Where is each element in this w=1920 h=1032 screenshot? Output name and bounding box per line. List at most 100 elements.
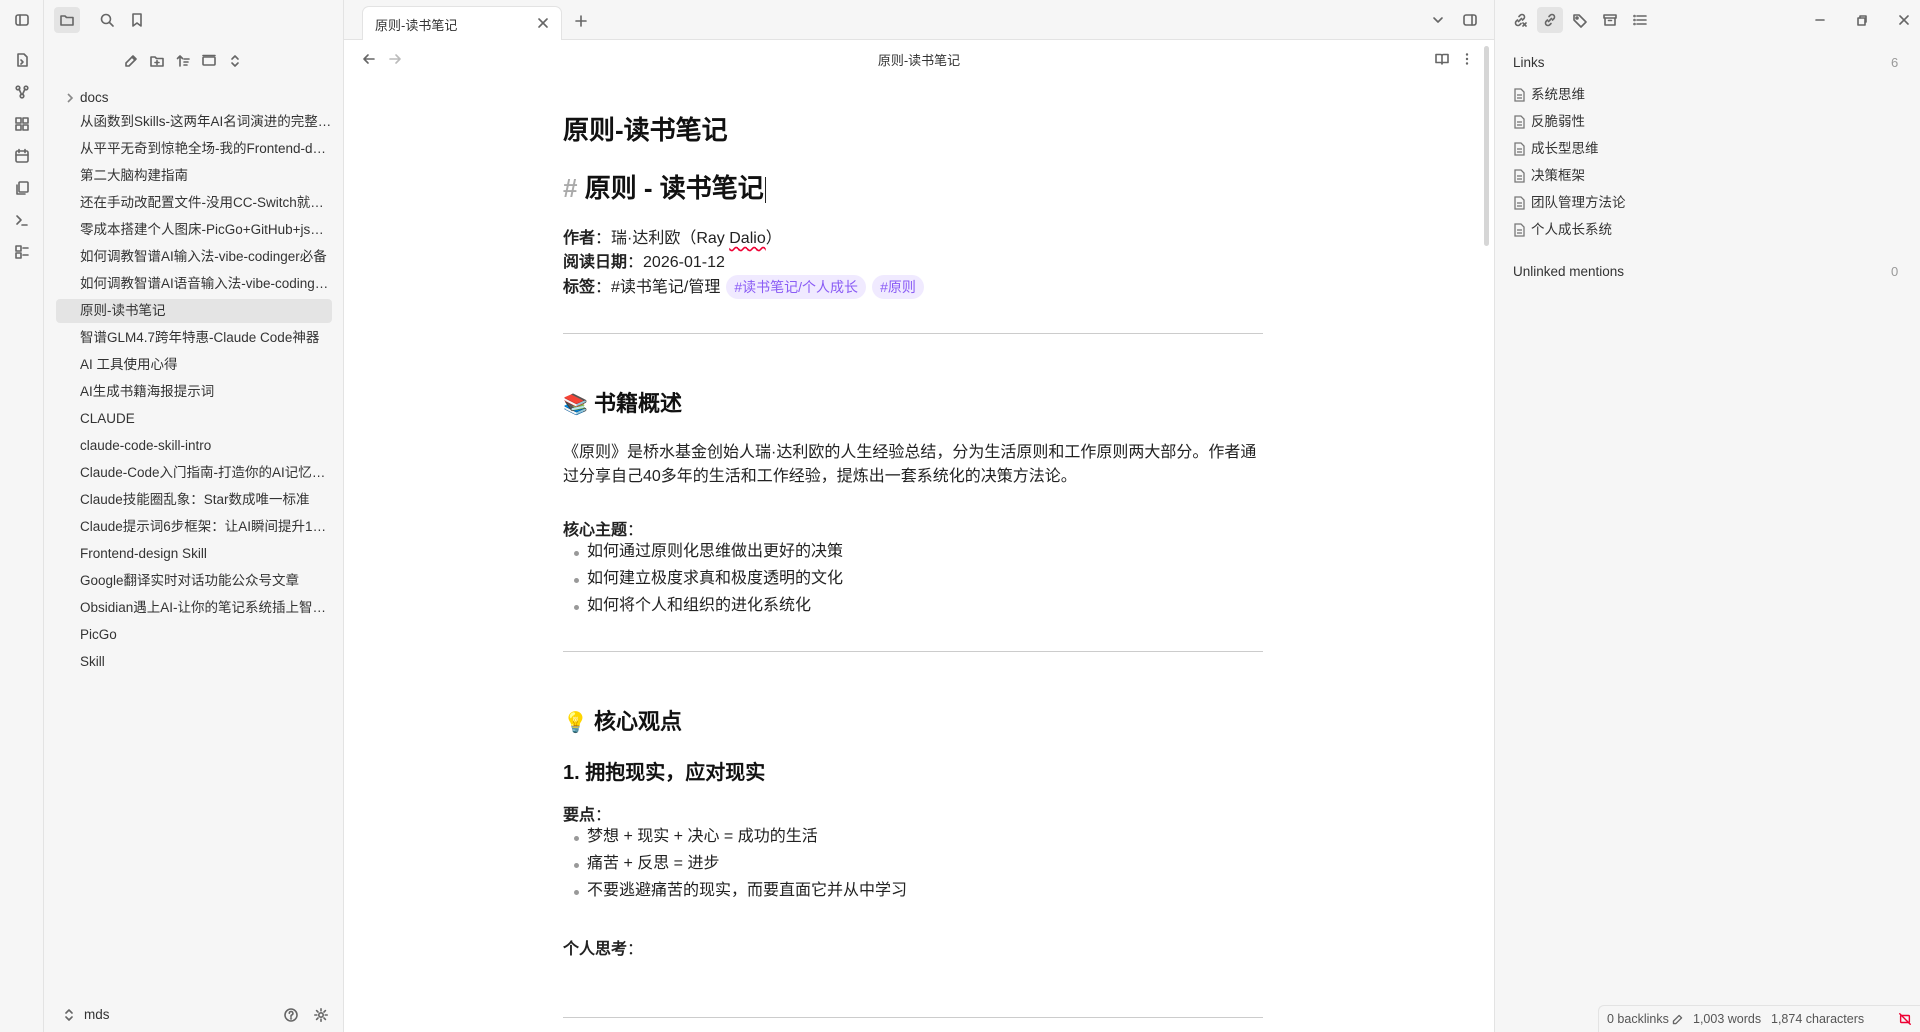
author-line: 作者：瑞·达利欧（Ray Dalio） <box>563 230 782 247</box>
text-cursor <box>764 177 766 204</box>
folder-docs[interactable]: docs <box>56 86 332 110</box>
tag-principles[interactable]: #原则 <box>872 275 924 299</box>
file-tree-item[interactable]: 还在手动改配置文件-没用CC-Switch就太亏了 <box>56 191 332 215</box>
file-tree-item[interactable]: Claude技能圈乱象：Star数成唯一标准 <box>56 488 332 512</box>
expand-collapse-all-icon[interactable] <box>222 48 248 74</box>
tab-active-note[interactable]: 原则-读书笔记 <box>362 6 562 40</box>
sort-icon[interactable] <box>170 48 196 74</box>
minimize-window-icon[interactable] <box>1807 7 1833 33</box>
file-tree-item[interactable]: PicGo <box>56 623 332 647</box>
file-tree-item[interactable]: CLAUDE <box>56 407 332 431</box>
file-tree-item[interactable]: Frontend-design Skill <box>56 542 332 566</box>
command-palette-icon[interactable] <box>9 239 35 265</box>
word-count: 1,003 words <box>1693 1012 1762 1026</box>
divider <box>563 1017 1263 1018</box>
outgoing-link-item[interactable]: 系统思维 <box>1513 84 1585 106</box>
right-sidebar: Links 6 系统思维反脆弱性成长型思维决策框架团队管理方法论 个人成长系统 U… <box>1494 0 1920 1032</box>
settings-gear-icon[interactable] <box>308 1002 334 1028</box>
file-tree-item[interactable]: 原则-读书笔记 <box>56 299 332 323</box>
vault-switcher-icon[interactable] <box>56 1002 82 1028</box>
open-quick-switcher-icon[interactable] <box>9 47 35 73</box>
close-window-icon[interactable] <box>1891 7 1917 33</box>
divider <box>563 651 1263 652</box>
metadata-block[interactable]: 作者：瑞·达利欧（Ray Dalio） 阅读日期：2026-01-12 标签：#… <box>563 227 1263 300</box>
file-tree-item[interactable]: 如何调教智谱AI输入法-vibe-codinger必备 <box>56 245 332 269</box>
subheading-embrace-reality[interactable]: 1. 拥抱现实，应对现实 <box>563 756 1263 785</box>
backlinks-tab-icon[interactable] <box>1507 7 1533 33</box>
links-section-title[interactable]: Links <box>1513 55 1545 70</box>
file-tree-item[interactable]: Obsidian遇上AI-让你的笔记系统插上智能翅膀 <box>56 596 332 620</box>
character-count: 1,874 characters <box>1771 1012 1865 1026</box>
new-tab-icon[interactable] <box>568 8 594 34</box>
file-tree-item[interactable]: 如何调教智谱AI语音输入法-vibe-coding效率 <box>56 272 332 296</box>
restore-window-icon[interactable] <box>1849 7 1875 33</box>
file-tree-item[interactable]: claude-code-skill-intro <box>56 434 332 458</box>
outgoing-link-item[interactable]: 反脆弱性 <box>1513 111 1585 133</box>
links-count: 6 <box>1891 55 1899 70</box>
tab-title: 原则-读书笔记 <box>375 18 458 33</box>
file-tree-item[interactable]: Skill <box>56 650 332 674</box>
file-tree-item[interactable]: Claude提示词6步框架：让AI瞬间提升10倍 <box>56 515 332 539</box>
sync-disabled-icon[interactable] <box>1893 1007 1917 1031</box>
bookmark-icon[interactable] <box>124 7 150 33</box>
backlinks-count[interactable]: 0 backlinks <box>1607 1012 1669 1026</box>
personal-thoughts-label[interactable]: 个人思考： <box>563 938 1263 962</box>
list-item[interactable]: 如何将个人和组织的进化系统化 <box>563 594 811 618</box>
archive-icon[interactable] <box>1597 7 1623 33</box>
collapse-view-icon[interactable] <box>196 48 222 74</box>
list-item[interactable]: 痛苦 + 反思 = 进步 <box>563 852 719 876</box>
close-tab-icon[interactable] <box>531 11 555 35</box>
view-header-title[interactable]: 原则-读书笔记 <box>344 50 1494 69</box>
file-tree-item[interactable]: 从平平无奇到惊艳全场-我的Frontend-design <box>56 137 332 161</box>
overview-paragraph[interactable]: 《原则》是桥水基金创始人瑞·达利欧的人生经验总结，分为生活原则和工作原则两大部分… <box>563 441 1263 489</box>
toggle-sidebar-icon[interactable] <box>9 7 35 33</box>
toggle-right-sidebar-icon[interactable] <box>1457 7 1483 33</box>
file-tree-item[interactable]: Google翻译实时对话功能公众号文章 <box>56 569 332 593</box>
file-tree-item[interactable]: AI生成书籍海报提示词 <box>56 380 332 404</box>
list-item[interactable]: 如何通过原则化思维做出更好的决策 <box>563 540 843 564</box>
section-key-ideas-heading[interactable]: 💡 核心观点 <box>563 704 1263 736</box>
outgoing-link-item[interactable]: 决策框架 <box>1513 165 1585 187</box>
search-icon[interactable] <box>94 7 120 33</box>
tab-list-chevron-down-icon[interactable] <box>1425 7 1451 33</box>
outgoing-link-item[interactable]: 成长型思维 <box>1513 138 1599 160</box>
section-overview-heading[interactable]: 📚 书籍概述 <box>563 386 1263 418</box>
list-item[interactable]: 不要逃避痛苦的现实，而要直面它并从中学习 <box>563 879 907 903</box>
graph-view-icon[interactable] <box>9 79 35 105</box>
file-tree-item[interactable]: 从函数到Skills-这两年AI名词演进的完整脉络 <box>56 110 332 134</box>
file-tree-item[interactable]: AI 工具使用心得 <box>56 353 332 377</box>
inline-title[interactable]: 原则-读书笔记 <box>563 110 1263 147</box>
files-tab-icon[interactable] <box>54 7 80 33</box>
canvas-icon[interactable] <box>9 111 35 137</box>
vault-name[interactable]: mds <box>84 1007 110 1022</box>
file-tree-item[interactable]: 第二大脑构建指南 <box>56 164 332 188</box>
chevron-right-icon <box>64 92 76 104</box>
help-icon[interactable] <box>278 1002 304 1028</box>
reading-view-book-icon[interactable] <box>1429 46 1455 72</box>
outgoing-link-item[interactable]: 团队管理方法论 <box>1513 192 1626 214</box>
heading-marker: # <box>563 173 578 203</box>
outgoing-link-item[interactable]: 个人成长系统 <box>1513 219 1612 241</box>
ribbon <box>0 0 44 1032</box>
heading-h1[interactable]: # 原则 - 读书笔记 <box>563 168 1263 205</box>
editor-scrollbar[interactable] <box>1484 46 1489 246</box>
unlinked-mentions-title[interactable]: Unlinked mentions <box>1513 264 1624 279</box>
status-bar: 0 backlinks 1,003 words 1,874 characters <box>1598 1005 1920 1032</box>
tags-tab-icon[interactable] <box>1567 7 1593 33</box>
tag-personal-growth[interactable]: #读书笔记/个人成长 <box>726 275 867 299</box>
outgoing-links-tab-icon[interactable] <box>1537 7 1563 33</box>
new-note-icon[interactable] <box>118 48 144 74</box>
new-folder-icon[interactable] <box>144 48 170 74</box>
calendar-icon[interactable] <box>9 143 35 169</box>
edit-mode-pencil-icon[interactable] <box>1665 1007 1689 1031</box>
file-tree-item[interactable]: 零成本搭建个人图床-PicGo+GitHub+jsDelivr <box>56 218 332 242</box>
outline-list-icon[interactable] <box>1627 7 1653 33</box>
templates-icon[interactable] <box>9 175 35 201</box>
file-tree-item[interactable]: 智谱GLM4.7跨年特惠-Claude Code神器 <box>56 326 332 350</box>
more-options-icon[interactable] <box>1454 46 1480 72</box>
list-item[interactable]: 梦想 + 现实 + 决心 = 成功的生活 <box>563 825 818 849</box>
terminal-icon[interactable] <box>9 207 35 233</box>
file-explorer-sidebar: docs 从函数到Skills-这两年AI名词演进的完整脉络 从平平无奇到惊艳全场… <box>44 0 344 1032</box>
list-item[interactable]: 如何建立极度求真和极度透明的文化 <box>563 567 843 591</box>
file-tree-item[interactable]: Claude-Code入门指南-打造你的AI记忆系统 <box>56 461 332 485</box>
